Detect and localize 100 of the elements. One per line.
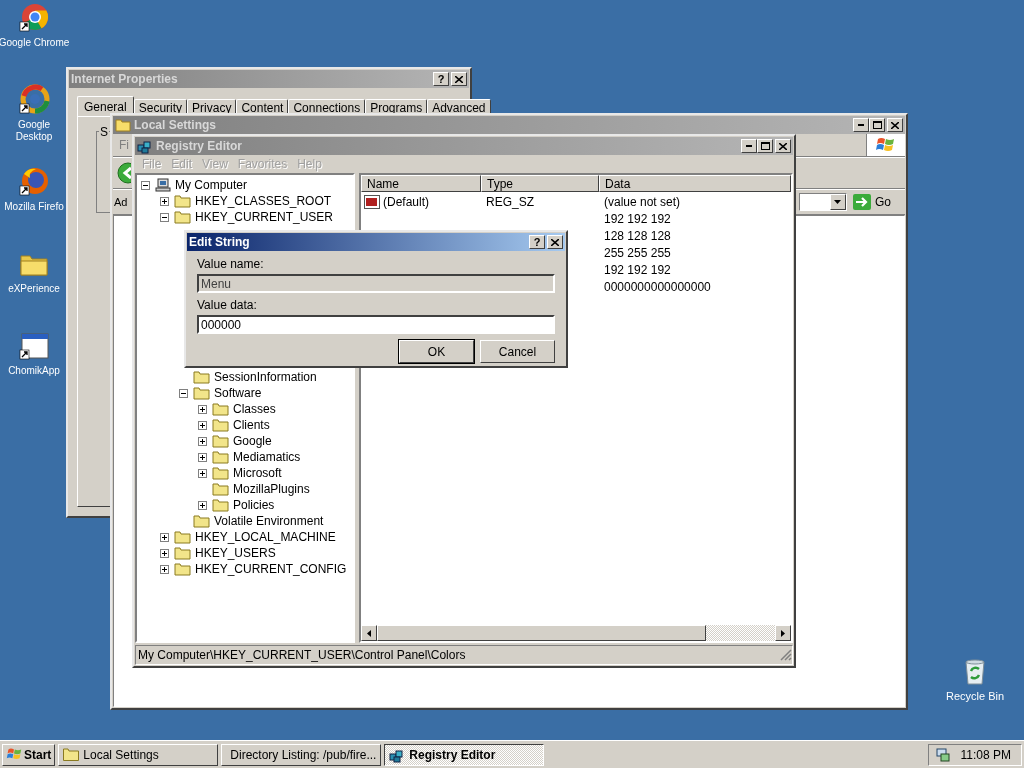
close-icon (779, 142, 787, 150)
minimize-icon (746, 145, 752, 147)
desktop-icon-label[interactable]: eXPerience (8, 283, 60, 295)
dialog-button[interactable]: Cancel (480, 340, 555, 363)
field-label: Value data: (197, 298, 258, 313)
window-title: Registry Editor (156, 139, 242, 153)
folder-icon (212, 498, 229, 512)
tree-item[interactable]: HKEY_CURRENT_CONFIG (194, 562, 348, 576)
tree-item[interactable]: Clients (232, 418, 271, 432)
taskbar-button[interactable]: Directory Listing: /pub/fire... (221, 743, 382, 766)
horizontal-scrollbar[interactable] (361, 625, 791, 641)
chrome-shortcut-icon[interactable] (18, 2, 50, 34)
tree-item[interactable]: Classes (232, 402, 277, 416)
expander-icon[interactable] (198, 500, 207, 510)
folder-icon (174, 210, 191, 224)
folder-icon (193, 514, 210, 528)
window-title: Local Settings (134, 118, 216, 132)
address-field[interactable] (799, 193, 847, 211)
window-title: Internet Properties (71, 72, 178, 86)
field-label: Value name: (197, 257, 265, 272)
tree-item[interactable]: Mediamatics (232, 450, 302, 464)
folder-icon (174, 530, 191, 544)
folder-icon (212, 450, 229, 464)
group-label: S (99, 125, 109, 139)
folder-icon (193, 370, 210, 384)
expander-icon[interactable] (198, 420, 207, 430)
value-name-field[interactable]: Menu (197, 274, 555, 293)
tree-item[interactable]: Google (232, 434, 273, 448)
computer-icon (155, 178, 171, 192)
dropdown-button[interactable] (830, 194, 846, 210)
value-data-field[interactable]: 000000 (197, 315, 555, 334)
tree-item[interactable]: HKEY_CLASSES_ROOT (194, 194, 333, 208)
desktop-icon-label[interactable]: ChomikApp (8, 365, 60, 377)
close-button[interactable] (547, 235, 563, 249)
tree-item[interactable]: Policies (232, 498, 276, 512)
scroll-right-button[interactable] (775, 625, 791, 641)
table-cell: 255 255 255 (604, 245, 671, 260)
expander-icon[interactable] (160, 548, 169, 558)
tree-item[interactable]: MozillaPlugins (232, 482, 311, 496)
expander-icon[interactable] (198, 436, 207, 446)
column-header[interactable]: Data (599, 175, 791, 192)
expander-icon[interactable] (198, 452, 207, 462)
firefox-shortcut-icon[interactable] (18, 166, 50, 198)
desktop-icon-label[interactable]: Google Chrome (0, 37, 70, 49)
folder-icon (193, 386, 210, 400)
window-shortcut-icon[interactable] (18, 330, 50, 362)
right-arrow-icon (781, 629, 785, 637)
folder-icon (174, 546, 191, 560)
expander-icon[interactable] (160, 196, 169, 206)
expander-icon[interactable] (179, 388, 188, 398)
maximize-icon (872, 121, 882, 129)
help-button[interactable]: ? (529, 235, 545, 249)
close-icon (455, 75, 463, 83)
dialog-button[interactable]: OK (399, 340, 474, 363)
column-header[interactable]: Name (361, 175, 481, 192)
tree-item[interactable]: Microsoft (232, 466, 283, 480)
desktop-icon-label[interactable]: Mozilla Firefo (4, 201, 64, 213)
taskbar-button[interactable]: Registry Editor (384, 743, 545, 766)
desktop-icon-label[interactable]: Recycle Bin (945, 690, 1005, 702)
tree-item[interactable]: SessionInformation (213, 370, 318, 384)
expander-icon[interactable] (198, 468, 207, 478)
expander-icon[interactable] (160, 212, 169, 222)
expander-icon[interactable] (198, 404, 207, 414)
folder-icon (174, 194, 191, 208)
table-cell: (Default) (383, 194, 429, 209)
folder-icon (63, 748, 80, 761)
tab[interactable]: General (77, 96, 134, 116)
start-button[interactable]: Start (2, 743, 56, 766)
back-arrow-icon[interactable] (117, 162, 131, 184)
taskbar-button[interactable]: Local Settings (58, 743, 219, 766)
expander-icon[interactable] (141, 180, 150, 190)
registry-cubes-icon (137, 138, 153, 154)
folder-icon (212, 434, 229, 448)
desktop-icon-label[interactable]: Google Desktop (4, 119, 64, 143)
go-arrow-icon (853, 194, 871, 210)
tree-item[interactable]: Volatile Environment (213, 514, 325, 528)
colorful-ring-shortcut-icon[interactable] (18, 84, 50, 116)
scroll-thumb[interactable] (377, 625, 706, 641)
table-cell: REG_SZ (486, 194, 534, 209)
tree-item[interactable]: HKEY_USERS (194, 546, 277, 560)
tree-item[interactable]: HKEY_LOCAL_MACHINE (194, 530, 337, 544)
folder-icon (174, 562, 191, 576)
close-icon (551, 238, 559, 246)
expander-icon[interactable] (160, 532, 169, 542)
folder-icon (212, 418, 229, 432)
table-cell: 128 128 128 (604, 228, 671, 243)
tree-item[interactable]: Software (213, 386, 263, 400)
column-header[interactable]: Type (481, 175, 599, 192)
dropdown-arrow-icon (834, 200, 842, 204)
resize-grip-icon[interactable] (780, 649, 792, 661)
network-icon[interactable] (934, 746, 951, 763)
close-icon (891, 121, 899, 129)
tree-item[interactable]: My Computer (174, 178, 249, 192)
minimize-icon (858, 124, 864, 126)
folder-icon (212, 402, 229, 416)
window-title: Edit String (189, 235, 250, 249)
scroll-left-button[interactable] (361, 625, 377, 641)
tree-item[interactable]: HKEY_CURRENT_USER (194, 210, 335, 224)
expander-icon[interactable] (160, 564, 169, 574)
table-cell: 192 192 192 (604, 211, 671, 226)
